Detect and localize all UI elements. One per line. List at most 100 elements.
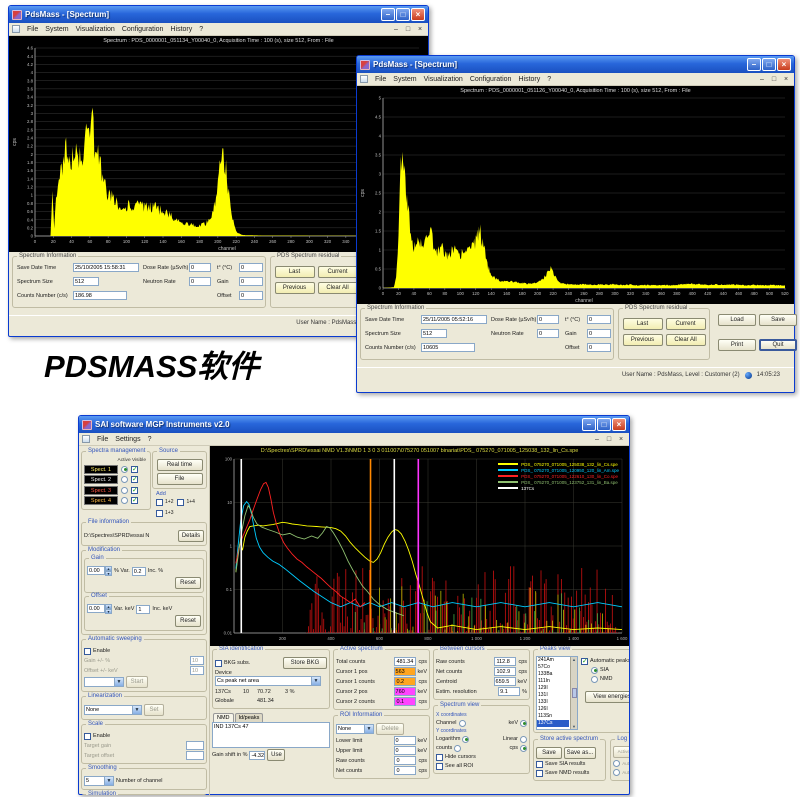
roi-value[interactable]: 0 [394, 756, 416, 765]
sweeping-enable-checkbox[interactable] [84, 648, 91, 655]
linear-radio[interactable] [520, 736, 527, 743]
file-button[interactable]: File [157, 473, 203, 485]
offset-spinner[interactable]: 0.00▲▼ [87, 604, 112, 614]
nmd-radio[interactable] [591, 676, 598, 683]
hide-cursors-checkbox[interactable] [436, 754, 443, 761]
gain-increment-value[interactable]: 0.2 [132, 567, 146, 576]
roi-delete-button[interactable]: Delete [376, 723, 404, 735]
child-close-button[interactable]: × [781, 76, 791, 83]
maximize-button[interactable]: □ [762, 58, 776, 71]
menu-system[interactable]: System [45, 26, 68, 33]
offset-value[interactable]: 0 [587, 343, 611, 352]
scroll-up-icon[interactable]: ▲ [572, 657, 576, 662]
peaks-scrollbar[interactable]: ▲▼ [570, 657, 577, 729]
close-button[interactable]: × [612, 418, 626, 431]
add-1-3-checkbox[interactable] [156, 510, 163, 517]
menu-history[interactable]: History [170, 26, 192, 33]
see-all-roi-checkbox[interactable] [436, 763, 443, 770]
counts-radio[interactable] [454, 745, 461, 752]
add-1-4-checkbox[interactable] [177, 499, 184, 506]
peaks-list-item[interactable]: 131I [537, 692, 569, 699]
save-as-button[interactable]: Save as... [564, 747, 596, 759]
roi-value[interactable]: 0 [394, 736, 416, 745]
tab-nmd[interactable]: NMD [213, 713, 234, 722]
offset-increment-value[interactable]: 1 [136, 605, 150, 614]
spectrum-2-visible-checkbox[interactable] [131, 476, 138, 483]
between-value[interactable]: 102.9 [494, 667, 516, 676]
menu-history[interactable]: History [518, 76, 540, 83]
spectrum-1-button[interactable]: Spect. 1 [84, 465, 118, 474]
spectrum-3-visible-checkbox[interactable] [131, 487, 138, 494]
offset-reset-button[interactable]: Reset [175, 615, 201, 627]
dose-value[interactable]: 0 [537, 315, 559, 324]
menu-visualization[interactable]: Visualization [424, 76, 463, 83]
minimize-button[interactable]: – [582, 418, 596, 431]
temp-value[interactable]: 0 [239, 263, 263, 272]
logarithm-radio[interactable] [462, 736, 469, 743]
add-option-1-2[interactable]: 1+2 [156, 498, 173, 506]
between-value[interactable]: 9.1 [498, 687, 520, 696]
target-gain-value[interactable] [186, 741, 204, 750]
menu-item[interactable]: ? [547, 76, 551, 83]
spectrum-2-button[interactable]: Spect. 2 [84, 475, 118, 484]
neutron-value[interactable]: 0 [537, 329, 559, 338]
add-1-2-checkbox[interactable] [156, 499, 163, 506]
menu-system[interactable]: System [393, 76, 416, 83]
close-button[interactable]: × [411, 8, 425, 21]
save-date-value[interactable]: 25/11/2005 05:52:16 [421, 315, 487, 324]
gain-spinner[interactable]: 0.00▲▼ [87, 566, 112, 576]
spectrum-2-active-radio[interactable] [121, 476, 128, 483]
child-close-button[interactable]: × [415, 26, 425, 33]
scale-enable-checkbox[interactable] [84, 733, 91, 740]
menu-item[interactable]: ? [199, 26, 203, 33]
peaks-list-item[interactable]: 111In [537, 678, 569, 685]
save-button[interactable]: Save [536, 747, 562, 759]
real-time-button[interactable]: Real time [157, 459, 203, 471]
store-bkg-button[interactable]: Store BKG [283, 657, 327, 669]
child-minimize-button[interactable]: – [592, 436, 602, 443]
spectrum-3-button[interactable]: Spect. 3 [84, 486, 118, 495]
spectrum-4-active-radio[interactable] [121, 497, 128, 504]
child-minimize-button[interactable]: – [757, 76, 767, 83]
view-energies-button[interactable]: View energies [585, 691, 629, 703]
menu-configuration[interactable]: Configuration [122, 26, 164, 33]
gain-reset-button[interactable]: Reset [175, 577, 201, 589]
save-button[interactable]: Save [759, 314, 797, 326]
size-value[interactable]: 512 [73, 277, 99, 286]
roi-dropdown[interactable]: None▼ [336, 724, 374, 734]
set-button[interactable]: Set [144, 704, 164, 716]
active-file-button[interactable]: Active file [613, 746, 629, 758]
dose-value[interactable]: 0 [189, 263, 211, 272]
spectrum-1-active-radio[interactable] [121, 466, 128, 473]
peaks-list-item[interactable]: 57Co [537, 664, 569, 671]
menu-file[interactable]: File [97, 436, 108, 443]
between-value[interactable]: 112.8 [494, 657, 516, 666]
sweep-method-dropdown[interactable]: ▼ [84, 677, 124, 687]
maximize-button[interactable]: □ [396, 8, 410, 21]
counts-value[interactable]: 10605 [421, 343, 475, 352]
bkg-subs-checkbox[interactable] [215, 660, 222, 667]
cps-radio[interactable] [520, 745, 527, 752]
active-value[interactable]: 0.2 [394, 677, 416, 686]
minimize-button[interactable]: – [381, 8, 395, 21]
child-close-button[interactable]: × [616, 436, 626, 443]
previous-button[interactable]: Previous [623, 334, 663, 346]
spin-down-icon[interactable]: ▼ [105, 571, 112, 576]
minimize-button[interactable]: – [747, 58, 761, 71]
sweep-value[interactable]: 10 [190, 666, 204, 675]
linearization-dropdown[interactable]: None▼ [84, 705, 142, 715]
automatic-peaks-view-checkbox[interactable] [581, 658, 588, 665]
menu-file[interactable]: File [27, 26, 38, 33]
peaks-list-item[interactable]: 129I [537, 685, 569, 692]
current-button[interactable]: Current [318, 266, 358, 278]
close-button[interactable]: × [777, 58, 791, 71]
last-button[interactable]: Last [623, 318, 663, 330]
peaks-list[interactable]: 241Am57Co133Ba111In129I131I133I126I113Sn… [536, 656, 578, 730]
scroll-down-icon[interactable]: ▼ [572, 724, 576, 729]
spectrum-4-button[interactable]: Spect. 4 [84, 496, 118, 505]
peaks-list-item[interactable]: 241Am [537, 657, 569, 664]
scrollbar-thumb[interactable] [572, 688, 577, 698]
add-option-1-3[interactable]: 1+3 [156, 509, 173, 517]
peaks-list-item[interactable]: 113Sn [537, 713, 569, 720]
child-minimize-button[interactable]: – [391, 26, 401, 33]
